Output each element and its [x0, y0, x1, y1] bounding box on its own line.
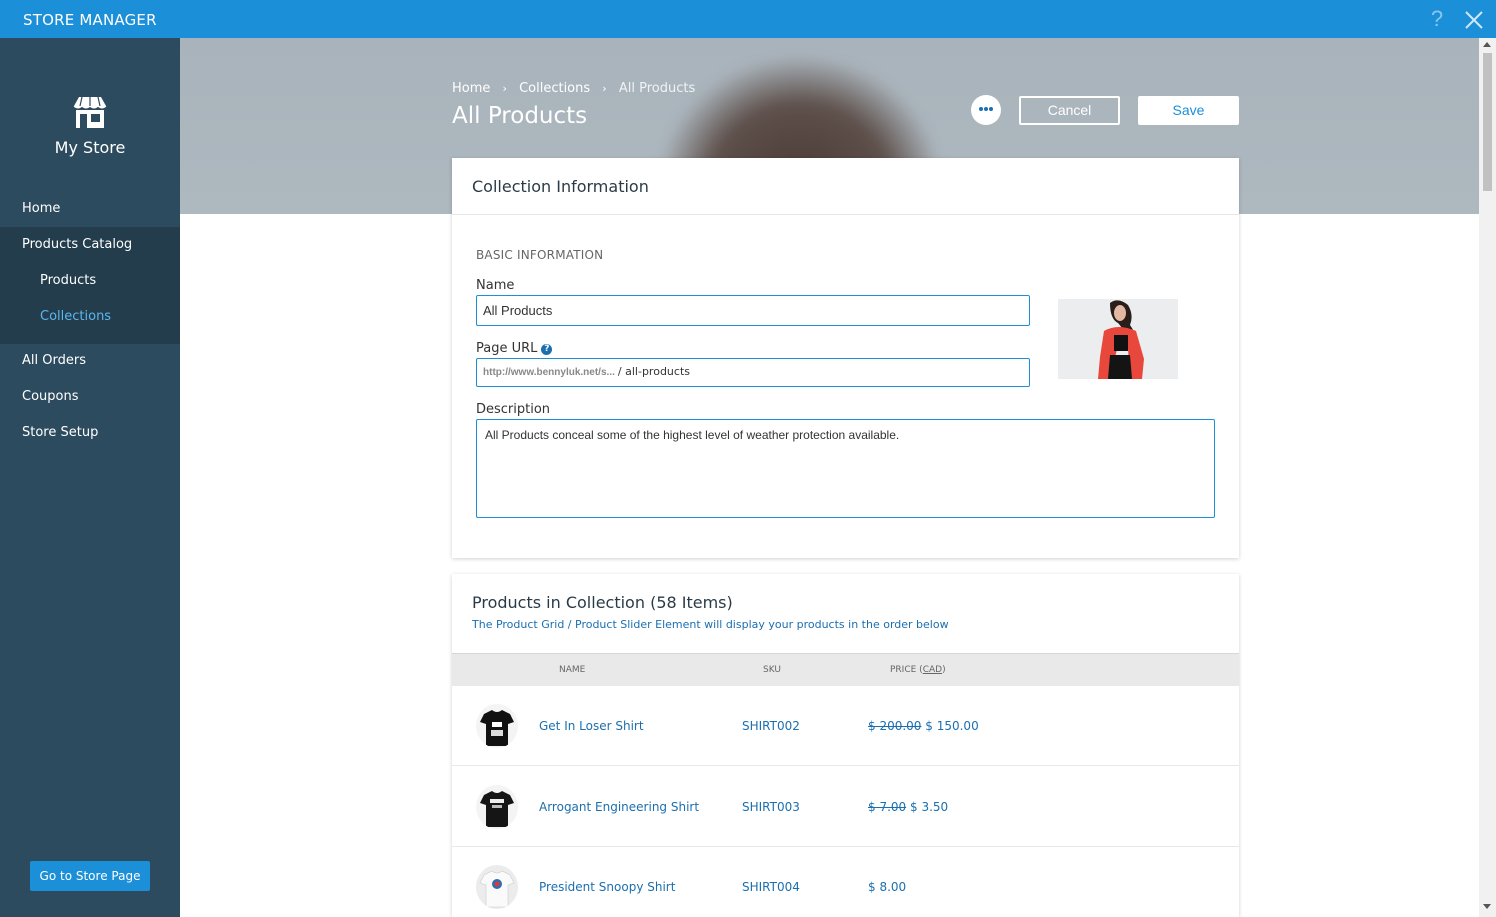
table-row[interactable]: President Snoopy Shirt SHIRT004 $ 8.00 — [452, 847, 1239, 917]
sidebar-item-store-setup[interactable]: Store Setup — [0, 415, 180, 451]
scroll-down-arrow-icon[interactable] — [1483, 904, 1491, 909]
breadcrumb: Home › Collections › All Products — [452, 81, 695, 96]
breadcrumb-current: All Products — [618, 81, 696, 96]
column-header-name[interactable]: NAME — [559, 665, 585, 675]
app-header-bar: STORE MANAGER ? — [0, 0, 1496, 38]
collection-info-card: Collection Information BASIC INFORMATION… — [452, 158, 1239, 558]
sidebar-item-coupons[interactable]: Coupons — [0, 379, 180, 415]
product-name-link[interactable]: Get In Loser Shirt — [539, 719, 644, 733]
scroll-up-arrow-icon[interactable] — [1483, 42, 1491, 47]
column-header-sku[interactable]: SKU — [763, 665, 781, 675]
more-options-button[interactable] — [971, 95, 1001, 125]
page-url-label-text: Page URL — [476, 341, 538, 356]
go-to-store-page-button[interactable]: Go to Store Page — [30, 861, 150, 891]
table-row[interactable]: Arrogant Engineering Shirt SHIRT003 $ 7.… — [452, 767, 1239, 847]
url-prefix: http://www.bennyluk.net/s... — [483, 367, 615, 378]
breadcrumb-home[interactable]: Home — [452, 81, 490, 96]
store-icon — [73, 96, 107, 128]
store-name: My Store — [54, 138, 126, 157]
name-input[interactable]: All Products — [476, 295, 1030, 326]
breadcrumb-collections[interactable]: Collections — [519, 81, 590, 96]
sale-price: $ 150.00 — [925, 719, 979, 733]
product-sku: SHIRT004 — [742, 880, 800, 894]
product-thumbnail — [476, 865, 518, 909]
page-url-input[interactable]: http://www.bennyluk.net/s... / all-produ… — [476, 358, 1030, 387]
chevron-right-icon: › — [602, 82, 607, 95]
help-icon[interactable]: ? — [1426, 6, 1448, 32]
price-header-label: PRICE — [890, 665, 917, 675]
help-circle-icon[interactable]: ? — [541, 344, 553, 355]
chevron-right-icon: › — [502, 82, 507, 95]
sidebar-item-collections[interactable]: Collections — [0, 299, 180, 335]
sale-price: $ 3.50 — [910, 800, 949, 814]
scrollbar-thumb[interactable] — [1483, 53, 1492, 191]
app-title: STORE MANAGER — [23, 11, 157, 29]
column-header-price[interactable]: PRICE (CAD) — [890, 665, 946, 675]
product-thumbnail — [476, 704, 518, 748]
sale-price: $ 8.00 — [868, 880, 907, 894]
page-url-label: Page URL? — [476, 341, 553, 356]
collection-image[interactable] — [1058, 299, 1178, 379]
vertical-scrollbar[interactable] — [1479, 38, 1496, 917]
product-name-link[interactable]: President Snoopy Shirt — [539, 880, 675, 894]
page-title: All Products — [452, 103, 588, 129]
more-dots-icon — [984, 107, 988, 111]
sidebar-item-home[interactable]: Home — [0, 191, 180, 227]
more-dots-icon — [989, 107, 993, 111]
products-title: Products in Collection (58 Items) — [472, 593, 733, 612]
sidebar: My Store Home Products Catalog Products … — [0, 38, 180, 917]
description-label: Description — [476, 402, 551, 417]
original-price: $ 200.00 — [868, 719, 922, 733]
card-header: Collection Information — [452, 158, 1239, 215]
product-price: $ 200.00 $ 150.00 — [868, 719, 979, 733]
currency-label: CAD — [922, 665, 943, 675]
product-price: $ 8.00 — [868, 880, 906, 894]
url-slug: / all-products — [617, 365, 690, 378]
table-row[interactable]: Get In Loser Shirt SHIRT002 $ 200.00 $ 1… — [452, 686, 1239, 766]
product-sku: SHIRT003 — [742, 800, 800, 814]
products-card: Products in Collection (58 Items) The Pr… — [452, 574, 1239, 917]
name-label: Name — [476, 278, 515, 293]
cancel-button[interactable]: Cancel — [1019, 96, 1120, 125]
sidebar-item-products-catalog[interactable]: Products Catalog — [0, 227, 180, 263]
close-icon[interactable] — [1463, 9, 1485, 31]
card-title: Collection Information — [472, 177, 649, 196]
more-dots-icon — [979, 107, 983, 111]
original-price: $ 7.00 — [868, 800, 907, 814]
sidebar-item-all-orders[interactable]: All Orders — [0, 343, 180, 379]
products-subtitle: The Product Grid / Product Slider Elemen… — [472, 618, 949, 631]
product-price: $ 7.00 $ 3.50 — [868, 800, 948, 814]
table-header: NAME SKU PRICE (CAD) — [452, 653, 1239, 686]
sidebar-item-products[interactable]: Products — [0, 263, 180, 299]
save-button[interactable]: Save — [1138, 96, 1239, 125]
description-textarea[interactable]: All Products conceal some of the highest… — [476, 419, 1215, 518]
product-thumbnail — [476, 785, 518, 829]
product-sku: SHIRT002 — [742, 719, 800, 733]
section-label: BASIC INFORMATION — [476, 248, 604, 262]
product-name-link[interactable]: Arrogant Engineering Shirt — [539, 800, 699, 814]
